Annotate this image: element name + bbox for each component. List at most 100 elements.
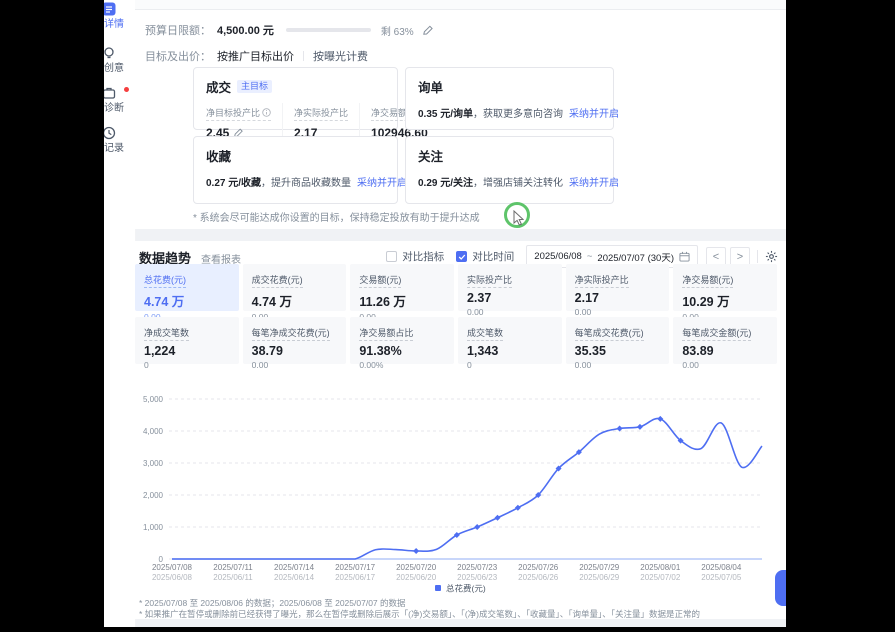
goal-price: 0.35 元/询单	[418, 109, 473, 120]
chart-footnote-disclaimer: * 如果推广在暂停或删除前已经获得了曝光，那么在暂停或删除后展示「(净)交易额」…	[139, 608, 700, 620]
target-label: 目标及出价：	[145, 48, 211, 64]
sidebar-item-idea[interactable]: 广创意	[104, 46, 135, 75]
stat-card[interactable]: 每笔净成交花费(元)38.790.00	[243, 317, 347, 364]
stat-label: 总花费(元)	[144, 273, 186, 288]
stat-card[interactable]: 净交易额占比91.38%0.00%	[350, 317, 454, 364]
stat-label: 净交易额(元)	[682, 273, 733, 288]
goal-card-favorite[interactable]: 收藏 0.27 元/收藏，提升商品收藏数量采纳并开启	[193, 136, 398, 204]
stat-card[interactable]: 净实际投产比2.170.00	[566, 264, 670, 311]
compare-metric-checkbox[interactable]	[386, 251, 397, 262]
stat-card[interactable]: 总花费(元)4.74 万0.00	[135, 264, 239, 311]
stat-value: 91.38%	[359, 344, 445, 358]
svg-text:2025/06/11: 2025/06/11	[213, 573, 253, 582]
svg-text:2025/08/01: 2025/08/01	[640, 563, 681, 572]
bid-mode-by-goal[interactable]: 按推广目标出价	[217, 48, 294, 64]
svg-text:2025/06/14: 2025/06/14	[274, 573, 315, 582]
svg-text:2025/06/20: 2025/06/20	[396, 573, 437, 582]
svg-text:1,000: 1,000	[143, 523, 164, 532]
goal-desc-text: ，增强店铺关注转化	[473, 178, 563, 189]
primary-goal-badge: 主目标	[237, 80, 272, 93]
date-range-start: 2025/06/08	[534, 251, 582, 262]
sidebar-item-record[interactable]: 作记录	[104, 126, 135, 155]
notification-dot	[124, 87, 129, 92]
stat-card[interactable]: 每笔成交金额(元)83.890.00	[673, 317, 777, 364]
stat-compare-value: 0.00	[575, 307, 661, 317]
compare-time-toggle[interactable]: 对比时间	[456, 249, 514, 264]
goal-metric: 净目标投产比 2.45	[206, 103, 283, 140]
stat-compare-value: 0.00	[682, 360, 768, 370]
svg-text:2025/07/23: 2025/07/23	[457, 563, 498, 572]
svg-text:5,000: 5,000	[143, 395, 164, 404]
svg-text:2025/07/20: 2025/07/20	[396, 563, 437, 572]
stat-compare-value: 0	[144, 360, 230, 370]
stat-compare-value: 0	[467, 360, 553, 370]
sidebar-item-detail[interactable]: 广详情	[104, 2, 135, 31]
data-trend-panel: 数据趋势 查看报表 对比指标 对比时间 2025/06/08 ~	[135, 241, 786, 619]
sidebar: 广详情 广创意 广诊断	[104, 0, 136, 627]
svg-text:2025/07/26: 2025/07/26	[518, 563, 559, 572]
stat-card[interactable]: 每笔成交花费(元)35.350.00	[566, 317, 670, 364]
compare-time-label: 对比时间	[472, 249, 514, 264]
svg-text:4,000: 4,000	[143, 427, 164, 436]
stat-card[interactable]: 实际投产比2.370.00	[458, 264, 562, 311]
svg-text:2025/07/02: 2025/07/02	[640, 573, 681, 582]
stat-label: 成交笔数	[467, 326, 503, 341]
stat-compare-value: 0.00	[467, 307, 553, 317]
stat-value: 83.89	[682, 344, 768, 358]
goal-card-inquiry[interactable]: 询单 0.35 元/询单，获取更多意向咨询采纳并开启	[405, 67, 614, 130]
compare-time-checkbox[interactable]	[456, 251, 467, 262]
sidebar-item-label: 作记录	[104, 143, 124, 155]
goal-note: * 系统会尽可能达成你设置的目标，保持稳定投放有助于提升达成	[193, 209, 480, 224]
idea-icon	[104, 46, 116, 60]
svg-text:3,000: 3,000	[143, 459, 164, 468]
floating-side-button[interactable]	[775, 570, 786, 606]
svg-text:2025/07/29: 2025/07/29	[579, 563, 620, 572]
stat-label: 净成交笔数	[144, 326, 189, 341]
stat-value: 1,224	[144, 344, 230, 358]
sidebar-item-label: 广诊断	[104, 103, 124, 115]
adopt-enable-link[interactable]: 采纳并开启	[569, 109, 619, 120]
stat-value: 35.35	[575, 344, 661, 358]
budget-remaining: 剩 63%	[381, 23, 414, 38]
campaign-settings-panel: 预算日限额： 4,500.00 元 剩 63% 目标及出价： 按推广目标出价 按…	[135, 10, 786, 229]
gear-icon[interactable]	[765, 250, 778, 263]
sidebar-item-diagnose[interactable]: 广诊断	[104, 86, 135, 115]
goal-cards-grid: 成交 主目标 净目标投产比 2.45	[193, 67, 614, 204]
stat-card[interactable]: 交易额(元)11.26 万0.00	[350, 264, 454, 311]
goal-price: 0.27 元/收藏	[206, 178, 261, 189]
adopt-enable-link[interactable]: 采纳并开启	[569, 178, 619, 189]
stat-label: 实际投产比	[467, 273, 512, 288]
stat-card[interactable]: 净交易额(元)10.29 万0.00	[673, 264, 777, 311]
goal-card-deal[interactable]: 成交 主目标 净目标投产比 2.45	[193, 67, 398, 130]
goal-card-title: 收藏	[206, 146, 231, 165]
divider	[757, 250, 758, 263]
stat-card[interactable]: 成交笔数1,3430	[458, 317, 562, 364]
info-icon[interactable]	[262, 108, 271, 117]
adopt-enable-link[interactable]: 采纳并开启	[357, 178, 407, 189]
compare-metric-toggle[interactable]: 对比指标	[386, 249, 444, 264]
metric-card-row-1: 总花费(元)4.74 万0.00成交花费(元)4.74 万0.00交易额(元)1…	[135, 264, 777, 311]
goal-price: 0.29 元/关注	[418, 178, 473, 189]
goal-card-follow[interactable]: 关注 0.29 元/关注，增强店铺关注转化采纳并开启	[405, 136, 614, 204]
bid-mode-by-impression[interactable]: 按曝光计费	[313, 48, 368, 64]
stat-card[interactable]: 成交花费(元)4.74 万0.00	[243, 264, 347, 311]
stat-card[interactable]: 净成交笔数1,2240	[135, 317, 239, 364]
budget-label: 预算日限额：	[145, 22, 211, 38]
target-bid-row: 目标及出价： 按推广目标出价 按曝光计费	[145, 48, 368, 64]
svg-text:2025/07/14: 2025/07/14	[274, 563, 315, 572]
trend-chart: 01,0002,0003,0004,0005,0002025/07/082025…	[135, 389, 780, 594]
goal-desc-text: ，提升商品收藏数量	[261, 178, 351, 189]
stat-value: 1,343	[467, 344, 553, 358]
svg-text:2025/06/17: 2025/06/17	[335, 573, 376, 582]
top-divider-strip	[135, 0, 786, 10]
svg-text:2025/06/29: 2025/06/29	[579, 573, 620, 582]
stat-label: 每笔成交花费(元)	[575, 326, 644, 341]
svg-text:2025/06/26: 2025/06/26	[518, 573, 559, 582]
main-content: 预算日限额： 4,500.00 元 剩 63% 目标及出价： 按推广目标出价 按…	[135, 0, 786, 627]
stat-value: 11.26 万	[359, 291, 445, 310]
budget-edit-button[interactable]	[422, 25, 433, 36]
budget-value: 4,500.00 元	[217, 22, 274, 38]
diagnose-icon	[104, 86, 116, 100]
stat-compare-value: 0.00	[252, 360, 338, 370]
budget-progress-bar	[286, 28, 371, 32]
